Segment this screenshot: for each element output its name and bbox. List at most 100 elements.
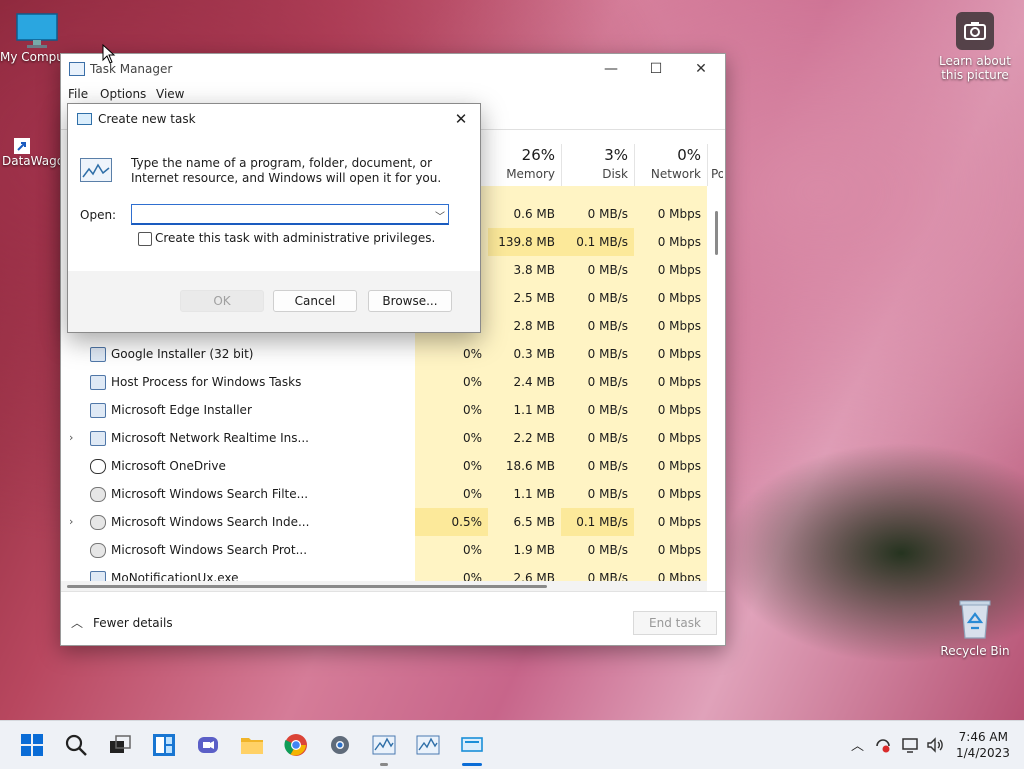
open-input[interactable] <box>131 204 449 225</box>
clock-time: 7:46 AM <box>958 730 1008 744</box>
create-new-task-dialog: Create new task ✕ Type the name of a pro… <box>67 103 481 333</box>
browse-button[interactable]: Browse... <box>368 290 452 312</box>
run-dialog-icon[interactable] <box>460 733 484 757</box>
search-process-icon <box>90 543 106 558</box>
clock-date: 1/4/2023 <box>956 746 1010 760</box>
chat-icon[interactable] <box>196 733 220 757</box>
expand-chevron-icon[interactable]: › <box>69 515 73 528</box>
cpu-cell: 0% <box>462 543 482 557</box>
task-view-icon[interactable] <box>108 733 132 757</box>
task-manager-footer: ︿ Fewer details End task <box>61 591 725 645</box>
memory-cell: 2.2 MB <box>513 431 555 445</box>
memory-total: 26% <box>521 146 555 164</box>
table-row[interactable]: Google Installer (32 bit) 0% 0.3 MB 0 MB… <box>61 340 707 368</box>
process-name: Microsoft Edge Installer <box>111 403 252 417</box>
close-button[interactable]: ✕ <box>678 54 724 84</box>
cpu-cell: 0% <box>462 487 482 501</box>
network-cell: 0 Mbps <box>657 375 701 389</box>
maximize-button[interactable]: ☐ <box>633 54 679 84</box>
admin-privileges-label[interactable]: Create this task with administrative pri… <box>155 231 435 245</box>
spotlight-learn-about[interactable]: Learn about this picture <box>936 12 1014 82</box>
task-manager-app-icon <box>69 62 85 76</box>
process-icon <box>90 347 106 362</box>
task-manager-icon-2[interactable] <box>416 733 440 757</box>
memory-cell: 2.5 MB <box>513 291 555 305</box>
memory-cell: 1.1 MB <box>513 403 555 417</box>
horizontal-scrollbar[interactable] <box>61 581 707 591</box>
cpu-cell: 0.5% <box>451 515 483 529</box>
start-icon[interactable] <box>20 733 44 757</box>
column-header-memory[interactable]: 26% Memory <box>488 144 562 186</box>
chevron-up-icon[interactable]: ︿ <box>851 735 864 754</box>
network-cell: 0 Mbps <box>657 263 701 277</box>
volume-icon[interactable] <box>926 736 944 754</box>
chevron-up-icon: ︿ <box>71 616 84 630</box>
active-indicator <box>462 763 482 766</box>
cpu-cell: 0% <box>462 375 482 389</box>
task-manager-icon[interactable] <box>372 733 396 757</box>
fewer-details-button[interactable]: ︿ Fewer details <box>71 614 173 631</box>
network-cell: 0 Mbps <box>657 431 701 445</box>
run-app-icon <box>77 113 92 125</box>
clock[interactable]: 7:46 AM 1/4/2023 <box>956 729 1010 761</box>
run-icon <box>80 158 112 182</box>
chevron-down-icon[interactable]: ﹀ <box>435 208 445 223</box>
mouse-cursor-icon <box>102 44 116 64</box>
memory-cell: 18.6 MB <box>505 459 555 473</box>
settings-icon[interactable] <box>328 733 352 757</box>
memory-cell: 2.4 MB <box>513 375 555 389</box>
table-row[interactable]: MoNotificationUx.exe 0% 2.6 MB 0 MB/s 0 … <box>61 564 707 581</box>
file-explorer-icon[interactable] <box>240 733 264 757</box>
menu-options[interactable]: Options <box>100 87 146 101</box>
column-header-power[interactable]: Po <box>707 144 723 186</box>
network-cell: 0 Mbps <box>657 515 701 529</box>
cancel-button[interactable]: Cancel <box>273 290 357 312</box>
menu-file[interactable]: File <box>68 87 88 101</box>
disk-cell: 0 MB/s <box>587 375 628 389</box>
table-row[interactable]: Microsoft OneDrive 0% 18.6 MB 0 MB/s 0 M… <box>61 452 707 480</box>
network-cell: 0 Mbps <box>657 487 701 501</box>
menu-view[interactable]: View <box>156 87 184 101</box>
admin-privileges-checkbox[interactable] <box>138 232 152 246</box>
close-icon[interactable]: ✕ <box>446 104 476 134</box>
table-row[interactable]: Microsoft Edge Installer 0% 1.1 MB 0 MB/… <box>61 396 707 424</box>
table-row[interactable]: Host Process for Windows Tasks 0% 2.4 MB… <box>61 368 707 396</box>
expand-chevron-icon[interactable]: › <box>69 431 73 444</box>
search-icon[interactable] <box>64 733 88 757</box>
network-status-icon[interactable] <box>874 736 892 754</box>
widgets-icon[interactable] <box>152 733 176 757</box>
desktop-icon-label: DataWagon <box>2 154 72 168</box>
table-row[interactable]: › Microsoft Network Realtime Ins... 0% 2… <box>61 424 707 452</box>
process-name: Host Process for Windows Tasks <box>111 375 302 389</box>
scrollbar-thumb[interactable] <box>67 585 547 588</box>
scrollbar-thumb[interactable] <box>715 211 718 255</box>
end-task-button[interactable]: End task <box>633 611 717 635</box>
disk-cell: 0 MB/s <box>587 431 628 445</box>
network-cell: 0 Mbps <box>657 403 701 417</box>
table-row[interactable]: Microsoft Windows Search Filte... 0% 1.1… <box>61 480 707 508</box>
table-row[interactable]: › Microsoft Windows Search Inde... 0.5% … <box>61 508 707 536</box>
disk-cell: 0 MB/s <box>587 319 628 333</box>
process-name: Microsoft OneDrive <box>111 459 226 473</box>
vertical-scrollbar[interactable] <box>711 186 723 581</box>
spotlight-label-line1: Learn about <box>939 54 1011 68</box>
desktop-icon-datawagon[interactable]: DataWagon <box>2 138 72 168</box>
task-manager-titlebar[interactable]: Task Manager — ☐ ✕ <box>61 54 725 84</box>
ok-button[interactable]: OK <box>180 290 264 312</box>
cpu-cell: 0% <box>462 431 482 445</box>
disk-cell: 0 MB/s <box>587 207 628 221</box>
display-icon[interactable] <box>901 736 919 754</box>
process-name: Microsoft Windows Search Prot... <box>111 543 308 557</box>
dialog-titlebar[interactable]: Create new task ✕ <box>68 104 480 134</box>
desktop-icon-recycle-bin[interactable]: Recycle Bin <box>940 598 1010 658</box>
disk-total: 3% <box>604 146 628 164</box>
table-row[interactable]: Microsoft Windows Search Prot... 0% 1.9 … <box>61 536 707 564</box>
column-header-network[interactable]: 0% Network <box>634 144 708 186</box>
minimize-button[interactable]: — <box>588 54 634 84</box>
column-header-disk[interactable]: 3% Disk <box>561 144 635 186</box>
onedrive-icon <box>90 459 106 474</box>
disk-cell: 0 MB/s <box>587 263 628 277</box>
dialog-title: Create new task <box>98 112 196 126</box>
taskbar: ︿ 7:46 AM 1/4/2023 <box>0 720 1024 769</box>
chrome-icon[interactable] <box>284 733 308 757</box>
